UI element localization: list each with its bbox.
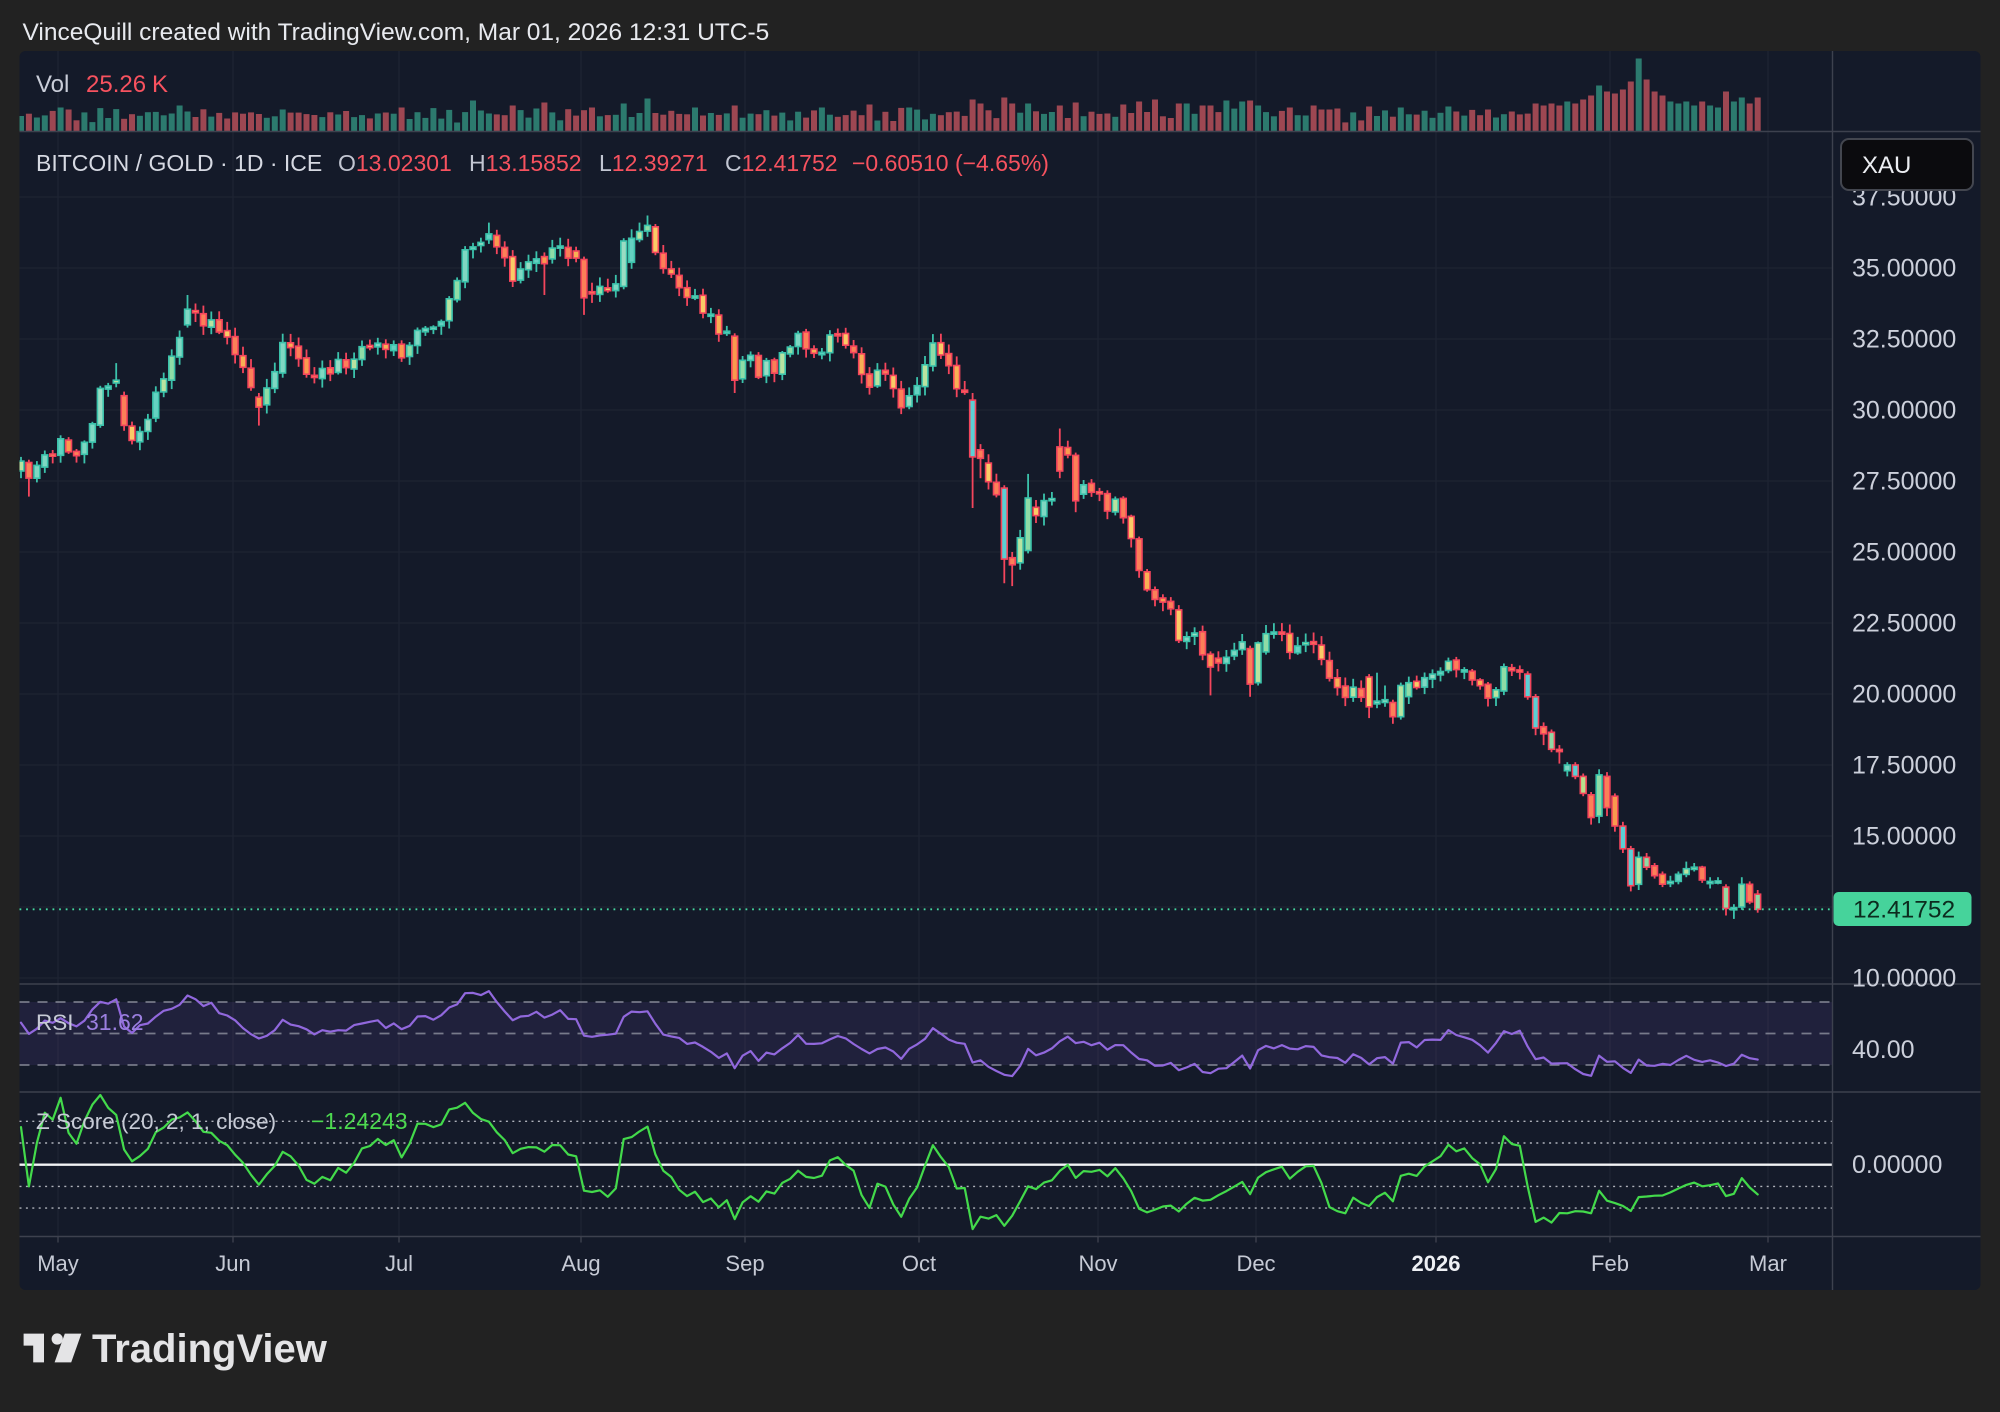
svg-text:Z Score (20, 2, 1, close): Z Score (20, 2, 1, close) (36, 1109, 276, 1134)
svg-text:Aug: Aug (561, 1251, 600, 1276)
svg-text:BITCOIN / GOLD · 1D · ICE: BITCOIN / GOLD · 1D · ICE (36, 150, 322, 176)
svg-text:Nov: Nov (1078, 1251, 1117, 1276)
svg-text:Jul: Jul (385, 1251, 413, 1276)
svg-text:Feb: Feb (1591, 1251, 1629, 1276)
svg-text:RSI: RSI (36, 1010, 74, 1035)
svg-text:O13.02301: O13.02301 (338, 150, 452, 176)
svg-text:Vol: Vol (36, 71, 69, 98)
svg-text:K: K (152, 71, 168, 98)
svg-text:0.00000: 0.00000 (1852, 1151, 1942, 1179)
svg-text:27.50000: 27.50000 (1852, 468, 1956, 496)
svg-text:Mar: Mar (1749, 1251, 1787, 1276)
svg-text:22.50000: 22.50000 (1852, 610, 1956, 638)
svg-text:May: May (37, 1251, 79, 1276)
svg-text:31.62: 31.62 (86, 1009, 144, 1035)
svg-text:L12.39271: L12.39271 (599, 150, 708, 176)
svg-text:20.00000: 20.00000 (1852, 681, 1956, 709)
svg-text:17.50000: 17.50000 (1852, 752, 1956, 780)
svg-text:Jun: Jun (215, 1251, 250, 1276)
svg-text:40.00: 40.00 (1852, 1036, 1915, 1064)
svg-text:15.00000: 15.00000 (1852, 823, 1956, 851)
svg-text:TradingView: TradingView (92, 1327, 328, 1371)
svg-text:Sep: Sep (725, 1251, 764, 1276)
svg-text:Dec: Dec (1236, 1251, 1275, 1276)
svg-text:10.00000: 10.00000 (1852, 965, 1956, 993)
svg-text:Oct: Oct (902, 1251, 936, 1276)
svg-text:12.41752: 12.41752 (1853, 897, 1955, 924)
svg-text:VinceQuill created with Tradin: VinceQuill created with TradingView.com,… (23, 19, 770, 46)
svg-text:−0.60510 (−4.65%): −0.60510 (−4.65%) (852, 150, 1049, 176)
svg-text:30.00000: 30.00000 (1852, 397, 1956, 425)
svg-text:C12.41752: C12.41752 (725, 150, 838, 176)
svg-text:H13.15852: H13.15852 (469, 150, 582, 176)
svg-text:XAU: XAU (1862, 152, 1911, 179)
svg-text:2026: 2026 (1412, 1251, 1461, 1276)
svg-text:25.26: 25.26 (86, 71, 146, 98)
svg-text:32.50000: 32.50000 (1852, 326, 1956, 354)
svg-text:−1.24243: −1.24243 (311, 1108, 408, 1134)
svg-text:25.00000: 25.00000 (1852, 539, 1956, 567)
svg-text:35.00000: 35.00000 (1852, 255, 1956, 283)
